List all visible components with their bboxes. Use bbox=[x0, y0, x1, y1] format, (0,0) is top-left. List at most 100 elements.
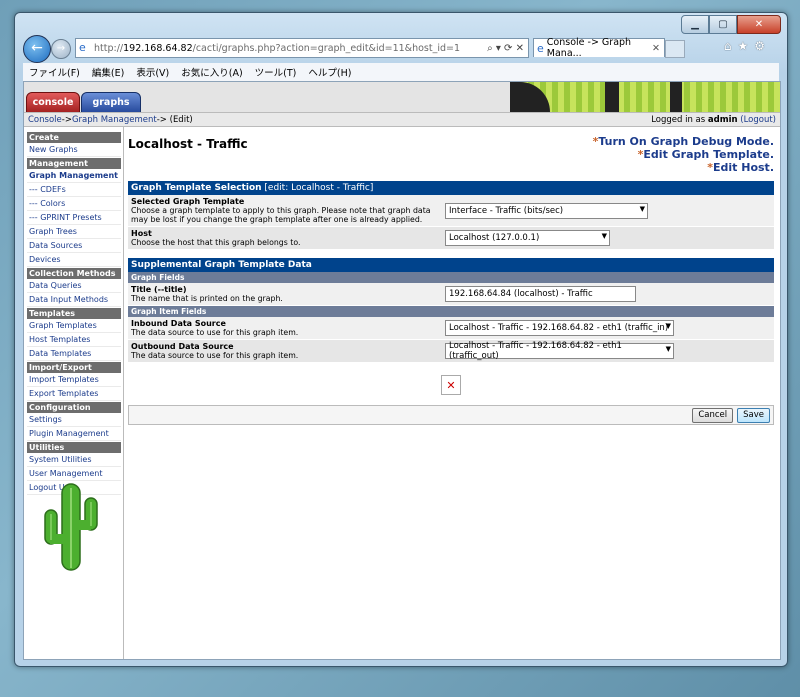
sidebar-item-new-graphs[interactable]: New Graphs bbox=[27, 143, 121, 157]
action-links: *Turn On Graph Debug Mode. *Edit Graph T… bbox=[592, 135, 774, 174]
browser-tab[interactable]: e Console -> Graph Mana... ✕ bbox=[533, 37, 665, 59]
form-row-outbound: Outbound Data Source The data source to u… bbox=[128, 340, 774, 363]
back-button[interactable]: ← bbox=[23, 35, 51, 63]
logout-link[interactable]: (Logout) bbox=[738, 115, 776, 125]
tab-close-icon[interactable]: ✕ bbox=[648, 43, 664, 54]
subheader-graph-item-fields: Graph Item Fields bbox=[128, 306, 774, 317]
cancel-button[interactable]: Cancel bbox=[692, 407, 734, 423]
browser-window: ▁ ▢ ✕ ← → e http://192.168.64.82/cacti/g… bbox=[14, 12, 788, 667]
title-input[interactable]: 192.168.64.84 (localhost) - Traffic bbox=[445, 286, 636, 302]
save-button[interactable]: Save bbox=[737, 407, 770, 423]
cacti-header: console graphs bbox=[24, 82, 780, 113]
main-panel: Localhost - Traffic *Turn On Graph Debug… bbox=[124, 127, 780, 659]
inbound-source-select[interactable]: Localhost - Traffic - 192.168.64.82 - et… bbox=[445, 320, 674, 336]
menu-favorites[interactable]: お気に入り(A) bbox=[175, 65, 248, 79]
favorites-icon[interactable]: ★ bbox=[737, 39, 754, 53]
sidebar-item-import-templates[interactable]: Import Templates bbox=[27, 373, 121, 387]
cactus-logo bbox=[44, 483, 98, 571]
url-text: http://192.168.64.82/cacti/graphs.php?ac… bbox=[94, 42, 461, 54]
address-tools-icon[interactable]: ⌕ ▾ ⟳ ✕ bbox=[483, 43, 528, 54]
sidebar-item-system-utilities[interactable]: System Utilities bbox=[27, 453, 121, 467]
breadcrumb-console[interactable]: Console bbox=[28, 115, 62, 125]
sidebar-item-host-templates[interactable]: Host Templates bbox=[27, 333, 121, 347]
breadcrumb-current: -> (Edit) bbox=[156, 114, 193, 125]
sidebar-item-settings[interactable]: Settings bbox=[27, 413, 121, 427]
menu-view[interactable]: 表示(V) bbox=[130, 65, 175, 79]
sidebar-item-cdefs[interactable]: --- CDEFs bbox=[27, 183, 121, 197]
page-content: console graphs Console -> Graph Manageme… bbox=[23, 81, 781, 660]
tab-title: Console -> Graph Mana... bbox=[546, 37, 632, 59]
minimize-button[interactable]: ▁ bbox=[681, 15, 709, 34]
chevron-down-icon: ▼ bbox=[639, 204, 645, 213]
close-button[interactable]: ✕ bbox=[737, 15, 781, 34]
subheader-graph-fields: Graph Fields bbox=[128, 272, 774, 283]
sidebar-item-user-management[interactable]: User Management bbox=[27, 467, 121, 481]
sidebar: Create New Graphs Management Graph Manageme… bbox=[24, 127, 124, 659]
ie-icon: e bbox=[79, 41, 86, 54]
field-label: Host bbox=[131, 229, 152, 238]
field-description: The data source to use for this graph it… bbox=[131, 351, 299, 360]
page-title: Localhost - Traffic bbox=[128, 137, 248, 151]
form-row-title: Title (--title) The name that is printed … bbox=[128, 283, 774, 306]
field-description: Choose a graph template to apply to this… bbox=[131, 206, 431, 224]
new-tab-button[interactable] bbox=[665, 40, 685, 58]
section-supplemental-data: Supplemental Graph Template Data bbox=[128, 258, 774, 272]
menu-file[interactable]: ファイル(F) bbox=[23, 65, 86, 79]
sidebar-item-export-templates[interactable]: Export Templates bbox=[27, 387, 121, 401]
sidebar-header-utilities: Utilities bbox=[27, 442, 121, 453]
ie-icon: e bbox=[537, 41, 544, 55]
field-description: The name that is printed on the graph. bbox=[131, 294, 283, 303]
outbound-source-select[interactable]: Localhost - Traffic - 192.168.64.82 - et… bbox=[445, 341, 674, 361]
form-row-graph-template: Selected Graph Template Choose a graph te… bbox=[128, 195, 774, 227]
sidebar-item-colors[interactable]: --- Colors bbox=[27, 197, 121, 211]
field-description: Choose the host that this graph belongs … bbox=[131, 238, 301, 247]
edit-template-note[interactable]: [edit: Localhost - Traffic] bbox=[262, 183, 373, 193]
sidebar-item-data-templates[interactable]: Data Templates bbox=[27, 347, 121, 361]
form-row-inbound: Inbound Data Source The data source to us… bbox=[128, 317, 774, 340]
sidebar-header-create: Create bbox=[27, 132, 121, 143]
form-row-host: Host Choose the host that this graph belo… bbox=[128, 227, 774, 250]
address-bar[interactable]: e http://192.168.64.82/cacti/graphs.php?… bbox=[75, 38, 529, 58]
sidebar-item-gprint-presets[interactable]: --- GPRINT Presets bbox=[27, 211, 121, 225]
username: admin bbox=[707, 114, 738, 125]
menu-tools[interactable]: ツール(T) bbox=[249, 65, 303, 79]
sidebar-header-configuration: Configuration bbox=[27, 402, 121, 413]
edit-graph-template-link[interactable]: Edit Graph Template. bbox=[643, 148, 774, 161]
gear-icon[interactable]: ⚙ bbox=[754, 39, 771, 53]
form-buttons: Cancel Save bbox=[128, 405, 774, 425]
sidebar-item-data-input-methods[interactable]: Data Input Methods bbox=[27, 293, 121, 307]
debug-mode-link[interactable]: Turn On Graph Debug Mode. bbox=[598, 135, 774, 148]
chevron-down-icon: ▼ bbox=[665, 345, 671, 353]
tab-graphs[interactable]: graphs bbox=[81, 92, 141, 112]
field-description: The data source to use for this graph it… bbox=[131, 328, 299, 337]
sidebar-item-graph-templates[interactable]: Graph Templates bbox=[27, 319, 121, 333]
tab-console[interactable]: console bbox=[26, 92, 80, 112]
field-label: Outbound Data Source bbox=[131, 342, 234, 351]
sidebar-item-devices[interactable]: Devices bbox=[27, 253, 121, 267]
menu-bar: ファイル(F) 編集(E) 表示(V) お気に入り(A) ツール(T) ヘルプ(… bbox=[23, 63, 779, 82]
navigation-bar: ← → e http://192.168.64.82/cacti/graphs.… bbox=[23, 35, 779, 63]
breadcrumb: Console -> Graph Management -> (Edit) Lo… bbox=[24, 113, 780, 127]
sidebar-item-data-sources[interactable]: Data Sources bbox=[27, 239, 121, 253]
breadcrumb-graph-management[interactable]: Graph Management bbox=[72, 115, 157, 125]
maximize-button[interactable]: ▢ bbox=[709, 15, 737, 34]
breadcrumb-sep: -> bbox=[61, 114, 72, 125]
forward-button[interactable]: → bbox=[51, 39, 71, 59]
graph-template-select[interactable]: Interface - Traffic (bits/sec) ▼ bbox=[445, 202, 648, 219]
sidebar-item-graph-management[interactable]: Graph Management bbox=[27, 169, 121, 183]
edit-host-link[interactable]: Edit Host. bbox=[713, 161, 774, 174]
field-label: Inbound Data Source bbox=[131, 319, 226, 328]
menu-help[interactable]: ヘルプ(H) bbox=[302, 65, 357, 79]
section-graph-template-selection: Graph Template Selection [edit: Localhos… bbox=[128, 181, 774, 195]
home-icon[interactable]: ⌂ bbox=[724, 39, 738, 53]
toolbar-icons: ⌂★⚙ bbox=[724, 39, 771, 53]
sidebar-item-data-queries[interactable]: Data Queries bbox=[27, 279, 121, 293]
sidebar-item-plugin-management[interactable]: Plugin Management bbox=[27, 427, 121, 441]
field-label: Title (--title) bbox=[131, 285, 187, 294]
cactus-banner bbox=[510, 82, 780, 112]
sidebar-header-import-export: Import/Export bbox=[27, 362, 121, 373]
sidebar-header-templates: Templates bbox=[27, 308, 121, 319]
host-select[interactable]: Localhost (127.0.0.1) ▼ bbox=[445, 230, 610, 246]
menu-edit[interactable]: 編集(E) bbox=[86, 65, 130, 79]
sidebar-item-graph-trees[interactable]: Graph Trees bbox=[27, 225, 121, 239]
